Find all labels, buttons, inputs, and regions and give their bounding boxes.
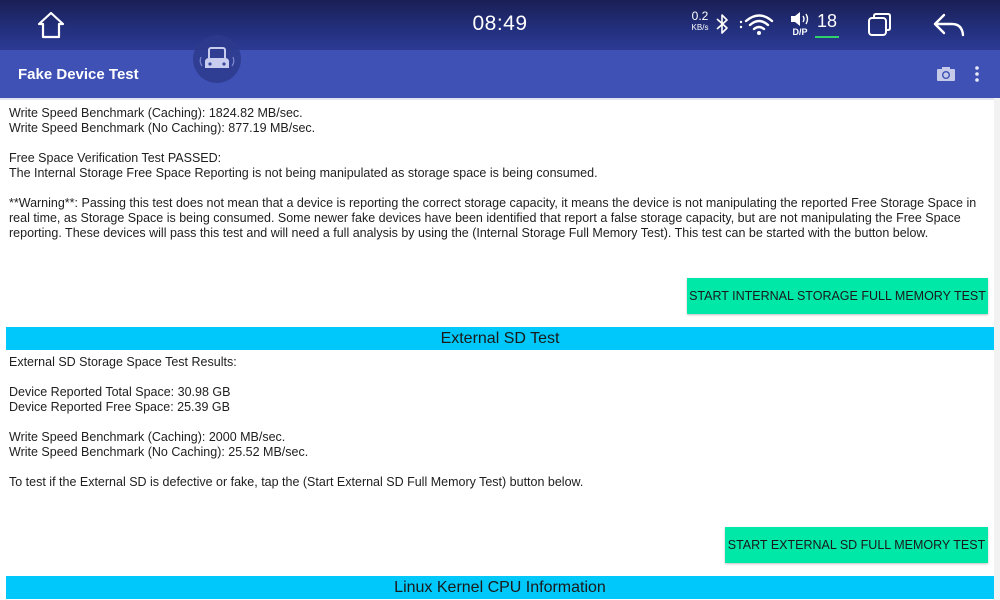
camera-icon: [937, 67, 955, 81]
recent-apps-icon: [868, 13, 891, 36]
status-bar: 08:49 0.2 KB/s D/P 18: [0, 0, 1000, 50]
back-button[interactable]: [932, 12, 968, 38]
external-free-space: Device Reported Free Space: 25.39 GB: [9, 400, 230, 414]
clock: 08:49: [472, 12, 528, 35]
internal-write-caching: Write Speed Benchmark (Caching): 1824.82…: [9, 106, 303, 120]
overflow-menu-button[interactable]: [970, 64, 984, 84]
external-total-space: Device Reported Total Space: 30.98 GB: [9, 385, 231, 399]
free-space-test-detail: The Internal Storage Free Space Reportin…: [9, 166, 598, 180]
network-speed: 0.2 KB/s: [688, 10, 712, 32]
bluetooth-icon: [712, 12, 732, 36]
network-speed-value: 0.2: [691, 9, 709, 23]
screenshot-button[interactable]: [936, 66, 956, 82]
overflow-menu-icon: [975, 66, 979, 82]
recent-apps-button[interactable]: [866, 12, 894, 38]
internal-write-no-caching: Write Speed Benchmark (No Caching): 877.…: [9, 121, 316, 135]
external-write-no-caching: Write Speed Benchmark (No Caching): 25.5…: [9, 445, 309, 459]
wifi-icon: [738, 12, 774, 36]
start-external-sd-test-button[interactable]: START EXTERNAL SD FULL MEMORY TEST: [725, 527, 988, 563]
audio-mode-label: D/P: [792, 27, 808, 37]
free-space-test-status: Free Space Verification Test PASSED:: [9, 151, 222, 165]
volume-icon: [791, 12, 809, 26]
external-write-caching: Write Speed Benchmark (Caching): 2000 MB…: [9, 430, 286, 444]
floating-assistant-button[interactable]: [193, 35, 241, 83]
external-results-title: External SD Storage Space Test Results:: [9, 355, 237, 369]
home-button[interactable]: [34, 10, 68, 40]
start-internal-storage-test-button[interactable]: START INTERNAL STORAGE FULL MEMORY TEST: [687, 278, 988, 314]
external-instruction: To test if the External SD is defective …: [9, 475, 584, 489]
volume-level[interactable]: 18: [813, 11, 841, 38]
app-title: Fake Device Test: [18, 66, 139, 83]
car-icon: [199, 47, 235, 68]
back-icon: [933, 13, 965, 37]
scrollbar[interactable]: [994, 98, 1000, 600]
warning-text: **Warning**: Passing this test does not …: [9, 196, 977, 240]
home-icon: [37, 11, 65, 39]
volume-indicator: D/P: [789, 12, 811, 38]
network-speed-unit: KB/s: [691, 23, 709, 32]
app-bar: Fake Device Test: [0, 50, 1000, 98]
section-header-external-sd: External SD Test: [6, 327, 994, 350]
section-header-cpu-info: Linux Kernel CPU Information: [6, 576, 994, 599]
